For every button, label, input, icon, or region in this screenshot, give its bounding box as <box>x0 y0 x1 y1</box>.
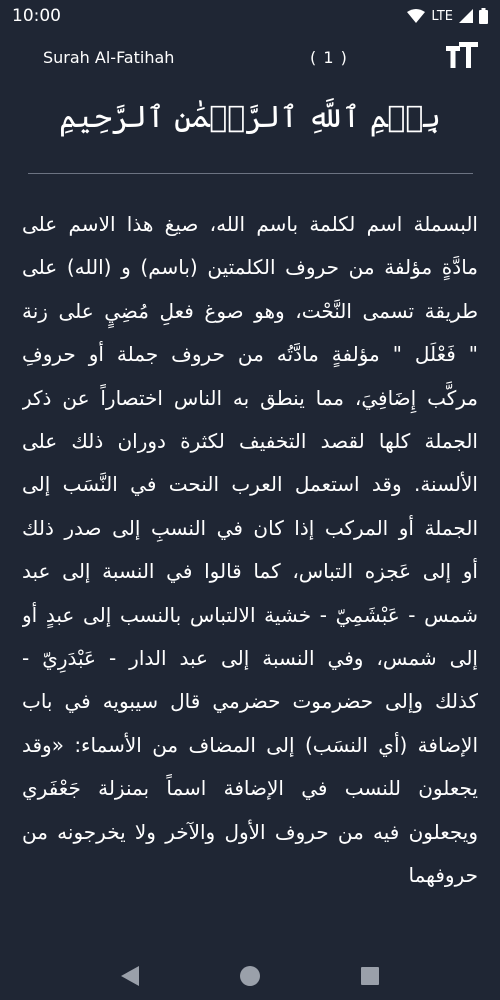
text-size-icon[interactable] <box>446 42 478 72</box>
status-icons: LTE <box>407 8 488 24</box>
divider <box>28 173 473 174</box>
nav-back-button[interactable] <box>119 965 141 987</box>
wifi-icon <box>407 9 426 23</box>
ayah-text: بِسۡمِ ٱللَّهِ ٱلرَّحۡمَٰنِ ٱلرَّحِيمِ <box>59 100 441 135</box>
back-icon <box>121 966 139 986</box>
recents-icon <box>361 967 379 985</box>
network-type: LTE <box>431 8 453 24</box>
status-bar: 10:00 LTE <box>0 0 500 32</box>
nav-recents-button[interactable] <box>359 965 381 987</box>
navigation-bar <box>0 952 500 1000</box>
battery-icon <box>479 8 488 24</box>
nav-home-button[interactable] <box>239 965 261 987</box>
tafsir-text: البسملة اسم لكلمة باسم الله، صيغ هذا الا… <box>22 212 478 888</box>
app-bar: Surah Al-Fatihah ( 1 ) <box>0 32 500 82</box>
surah-name: Surah Al-Fatihah <box>43 47 175 67</box>
status-time: 10:00 <box>12 6 61 26</box>
signal-icon <box>459 9 473 23</box>
ayah-number: ( 1 ) <box>310 47 348 67</box>
home-icon <box>240 966 260 986</box>
